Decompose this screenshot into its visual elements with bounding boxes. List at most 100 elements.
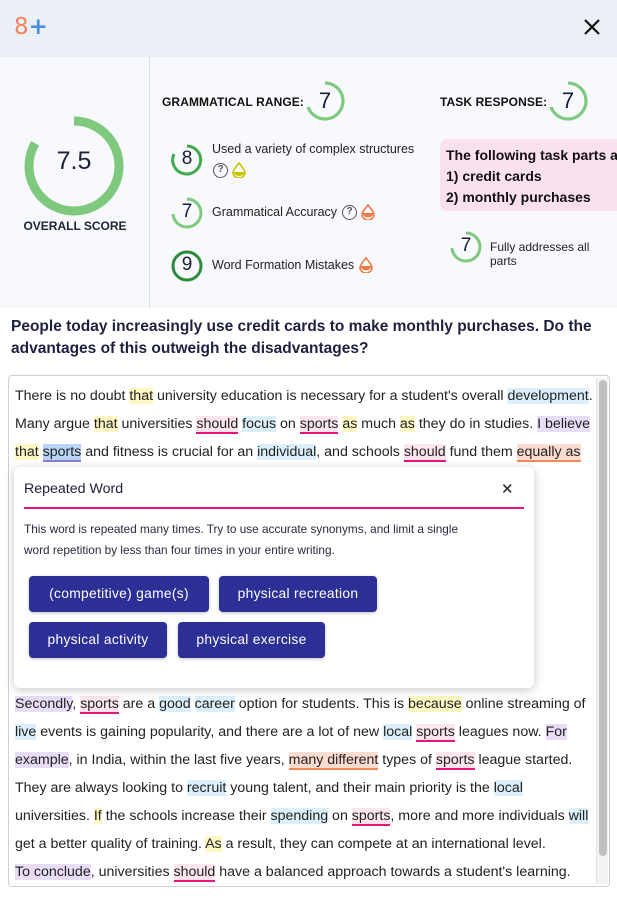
criterion-label: Grammatical Accuracy — [212, 205, 338, 219]
logo-number: 8 — [14, 14, 29, 40]
highlighted-word[interactable]: example — [15, 752, 69, 768]
task-response-title: TASK RESPONSE: — [440, 95, 548, 109]
highlighted-word[interactable]: should — [403, 444, 446, 462]
essay-text-segment: types of — [378, 752, 436, 768]
essay-line: There is no doubt that university educat… — [15, 382, 593, 410]
essay-line: that sports and fitness is crucial for a… — [15, 438, 591, 466]
highlighted-word[interactable]: For — [545, 724, 567, 740]
essay-line: Secondly, sports are a good career optio… — [15, 690, 591, 718]
drop-yellow-icon — [232, 162, 246, 178]
essay-text-segment: they do in studies. — [414, 416, 538, 432]
essay-line: To conclude, universities should have a … — [15, 858, 591, 886]
criterion-label: Word Formation Mistakes — [212, 258, 355, 272]
criterion-score: 7 — [460, 235, 472, 256]
top-bar: 8+ — [0, 0, 617, 57]
overall-score-value: 7.5 — [56, 147, 92, 175]
logo-plus-icon: + — [28, 14, 48, 40]
highlighted-word[interactable]: Secondly — [15, 696, 73, 712]
popup-title: Repeated Word — [24, 481, 124, 497]
highlighted-word[interactable]: that — [129, 388, 154, 404]
highlighted-word[interactable]: I believe — [537, 416, 590, 432]
scores-panel: 7.5 OVERALL SCORE GRAMMATICAL RANGE: 7 8… — [0, 57, 617, 308]
essay-text-segment: universities. — [15, 808, 94, 824]
essay-text-segment: Many argue — [15, 416, 94, 432]
essay-text-segment: university education is necessary for a … — [153, 388, 508, 404]
highlighted-word[interactable]: equally as — [516, 444, 581, 462]
scrollbar-thumb[interactable] — [599, 380, 607, 856]
highlighted-word[interactable]: spending — [270, 808, 329, 824]
synonym-button[interactable]: physical exercise — [178, 622, 325, 658]
highlighted-word[interactable]: as — [342, 416, 358, 432]
essay-line: example, in India, within the last five … — [15, 746, 591, 774]
criterion-label: Fully addresses all parts — [490, 240, 590, 268]
app-logo: 8+ — [14, 14, 48, 40]
essay-text-segment: league started. — [474, 752, 573, 768]
help-icon[interactable]: ? — [213, 163, 228, 178]
essay-text-segment: , more and more individuals — [390, 808, 569, 824]
highlighted-word[interactable]: sports — [416, 724, 455, 742]
highlighted-word[interactable]: good — [159, 696, 191, 712]
highlighted-word[interactable]: that — [15, 444, 39, 460]
highlighted-word[interactable]: should — [196, 416, 239, 434]
grammatical-range-title: GRAMMATICAL RANGE: — [162, 95, 305, 109]
close-icon — [584, 19, 600, 35]
highlighted-word[interactable]: that — [93, 416, 118, 432]
essay-text-segment: on — [276, 416, 300, 432]
close-icon: ✕ — [501, 480, 514, 498]
synonym-button[interactable]: physical recreation — [219, 576, 377, 612]
essay-line: universities. If the schools increase th… — [15, 802, 591, 830]
popup-description: This word is repeated many times. Try to… — [24, 519, 524, 561]
highlighted-word[interactable]: local — [493, 780, 523, 796]
essay-text-segment — [191, 696, 195, 712]
essay-line: get a better quality of training. As a r… — [15, 830, 591, 858]
criterion-score: 7 — [181, 201, 193, 222]
panel-divider — [149, 57, 150, 308]
help-icon[interactable]: ? — [342, 205, 357, 220]
essay-text-segment: on — [328, 808, 352, 824]
popup-close-button[interactable]: ✕ — [501, 480, 514, 498]
highlighted-word[interactable]: As — [205, 836, 222, 852]
highlighted-word[interactable]: development — [507, 388, 589, 404]
notice-line: 2) monthly purchases — [446, 189, 591, 205]
highlighted-word[interactable]: as — [399, 416, 415, 432]
highlighted-word[interactable]: local — [383, 724, 413, 740]
criterion-score: 8 — [181, 148, 193, 169]
popup-description-line: word repetition by less than four times … — [24, 543, 335, 557]
essay-text-segment: online streaming of — [461, 696, 586, 712]
highlighted-word[interactable]: sports — [351, 808, 391, 826]
overall-score-label: OVERALL SCORE — [23, 219, 127, 233]
highlighted-word[interactable]: career — [194, 696, 235, 712]
essay-text-segment: young talent, and their main priority is… — [226, 780, 494, 796]
essay-text-segment: There is no doubt — [15, 388, 130, 404]
notice-line: 1) credit cards — [446, 168, 542, 184]
essay-scrollbar[interactable] — [596, 378, 608, 884]
notice-line: The following task parts are — [446, 147, 617, 163]
essay-text-segment: get a better quality of training. — [15, 836, 206, 852]
highlighted-word[interactable]: many different — [288, 752, 379, 770]
essay-text-segment: , and schools — [316, 444, 404, 460]
highlighted-word[interactable]: because — [408, 696, 462, 712]
highlighted-word[interactable]: will — [568, 808, 589, 824]
highlighted-word[interactable]: focus — [242, 416, 277, 432]
drop-orange-icon — [359, 257, 373, 273]
highlighted-word[interactable]: If — [93, 808, 102, 824]
highlighted-word[interactable]: sports — [435, 752, 475, 770]
repeated-word-popup: Repeated Word ✕ This word is repeated ma… — [14, 467, 534, 688]
synonym-button[interactable]: physical activity — [29, 622, 167, 658]
highlighted-word[interactable]: To conclude — [15, 864, 91, 880]
highlighted-word[interactable]: individual — [257, 444, 317, 460]
grammatical-range-score: 7 — [318, 88, 332, 113]
highlighted-word[interactable]: live — [15, 724, 37, 740]
highlighted-word[interactable]: sports — [80, 696, 119, 714]
close-button[interactable] — [581, 16, 603, 38]
highlighted-word[interactable]: sports — [299, 416, 339, 434]
task-parts-notice: The following task parts are 1) credit c… — [440, 139, 617, 211]
essay-text-segment: option for students. This is — [234, 696, 409, 712]
essay-line: Many argue that universities should focu… — [15, 410, 591, 438]
highlighted-word[interactable]: recruit — [186, 780, 227, 796]
essay-text-segment: much — [357, 416, 400, 432]
essay-line: live events is gaining popularity, and t… — [15, 718, 591, 746]
highlighted-word[interactable]: sports — [42, 444, 82, 462]
synonym-button[interactable]: (competitive) game(s) — [29, 576, 209, 612]
highlighted-word[interactable]: should — [173, 864, 216, 882]
